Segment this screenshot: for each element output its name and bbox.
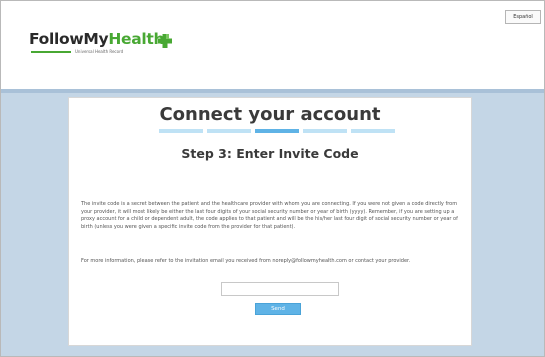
content-top-edge <box>1 89 544 93</box>
more-information-text: For more information, please refer to th… <box>81 258 411 264</box>
step-heading: Step 3: Enter Invite Code <box>181 146 359 161</box>
step-progress-indicator <box>159 129 395 133</box>
language-toggle-button[interactable]: Español <box>505 10 541 24</box>
logo-health-text: Health <box>108 30 165 48</box>
connect-account-card: Connect your account Step 3: Enter Invit… <box>68 97 472 346</box>
send-button[interactable]: Send <box>255 303 301 315</box>
step-3-indicator <box>255 129 299 133</box>
logo-tagline: Universal Health Record <box>75 49 124 54</box>
followmyhealth-logo[interactable]: FollowMyHealth® Universal Health Record <box>29 30 179 60</box>
invite-code-explanation: The invite code is a secret between the … <box>81 201 458 230</box>
logo-wordmark: FollowMyHealth® <box>29 30 169 48</box>
step-4-indicator <box>303 129 347 133</box>
logo-follow-text: FollowMy <box>29 30 109 48</box>
page-title: Connect your account <box>159 104 381 125</box>
step-2-indicator <box>207 129 251 133</box>
step-1-indicator <box>159 129 203 133</box>
logo-underline <box>31 51 71 53</box>
invite-code-input[interactable] <box>221 282 339 296</box>
medical-cross-icon <box>158 34 172 48</box>
step-5-indicator <box>351 129 395 133</box>
site-header: Español FollowMyHealth® Universal Health… <box>1 1 544 89</box>
